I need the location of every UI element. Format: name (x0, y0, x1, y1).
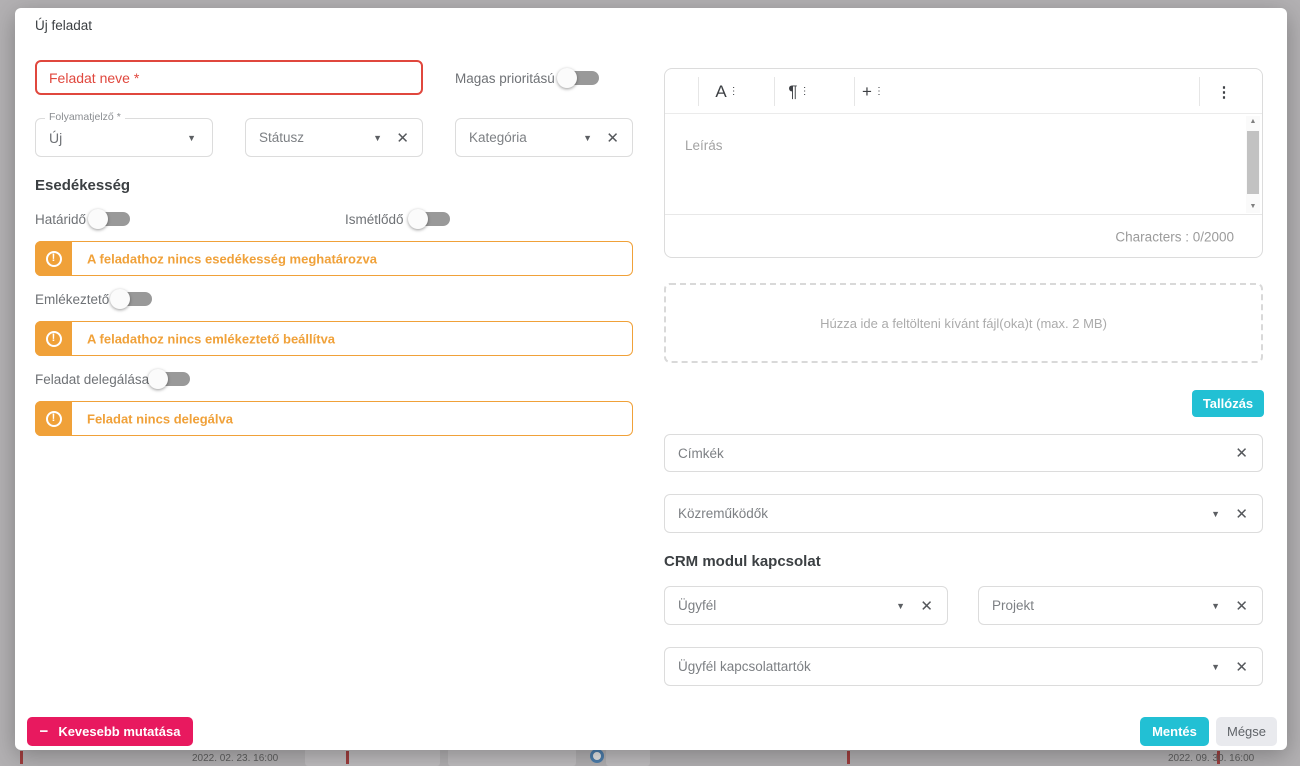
timeline-marker (20, 751, 23, 764)
clear-icon[interactable]: ✕ (920, 597, 933, 615)
toggle-knob (408, 209, 428, 229)
status-select[interactable]: ▼ ✕ (245, 118, 423, 157)
due-warning-text: A feladathoz nincs esedékesség meghatáro… (87, 251, 377, 266)
reminder-warning-banner: ! A feladathoz nincs emlékeztető beállít… (35, 321, 633, 356)
client-contacts-select[interactable]: ▼ ✕ (664, 647, 1263, 686)
category-select[interactable]: ▼ ✕ (455, 118, 633, 157)
insert-menu-button[interactable]: + ⋮ (851, 69, 895, 114)
chevron-down-icon[interactable]: ▼ (1211, 601, 1220, 611)
show-less-label: Kevesebb mutatása (58, 724, 180, 739)
delegation-toggle[interactable] (148, 369, 190, 389)
browse-button[interactable]: Tallózás (1192, 390, 1264, 417)
due-section-heading: Esedékesség (35, 177, 130, 194)
cancel-button[interactable]: Mégse (1216, 717, 1277, 746)
high-priority-label: Magas prioritású (455, 71, 555, 86)
chevron-down-icon[interactable]: ▼ (1211, 662, 1220, 672)
editor-text-area[interactable]: Leírás ▲ ▼ (665, 114, 1262, 215)
toolbar-divider (698, 77, 699, 106)
high-priority-toggle[interactable] (557, 68, 599, 88)
save-button[interactable]: Mentés (1140, 717, 1209, 746)
scroll-up-icon[interactable]: ▲ (1246, 116, 1260, 128)
progress-label: Folyamatjelző * (45, 111, 125, 123)
clear-icon[interactable]: ✕ (1235, 597, 1248, 615)
client-contacts-input[interactable] (665, 648, 1262, 685)
tags-field[interactable]: ✕ (664, 434, 1263, 472)
minus-icon: − (40, 723, 49, 740)
reminder-label: Emlékeztető (35, 292, 109, 307)
chevron-down-icon[interactable]: ▼ (187, 133, 196, 143)
background-bar (448, 748, 576, 766)
delegation-warning-banner: ! Feladat nincs delegálva (35, 401, 633, 436)
dropzone-text: Húzza ide a feltölteni kívánt fájl(oka)t… (820, 316, 1107, 331)
timeline-date: 2022. 02. 23. 16:00 (192, 753, 278, 764)
timeline-marker (847, 751, 850, 764)
due-warning-banner: ! A feladathoz nincs esedékesség meghatá… (35, 241, 633, 276)
clear-icon[interactable]: ✕ (1235, 444, 1248, 462)
delegation-label: Feladat delegálása (35, 372, 149, 387)
chevron-down-icon[interactable]: ▼ (373, 133, 382, 143)
clear-icon[interactable]: ✕ (1235, 505, 1248, 523)
scrollbar-thumb[interactable] (1247, 131, 1259, 194)
show-less-button[interactable]: − Kevesebb mutatása (27, 717, 193, 746)
character-counter: Characters : 0/2000 (1115, 230, 1234, 245)
tags-input[interactable] (665, 435, 1262, 471)
progress-select[interactable]: Folyamatjelző * Új ▼ (35, 118, 213, 157)
background-avatar-ring (590, 749, 604, 763)
reminder-toggle[interactable] (110, 289, 152, 309)
editor-scrollbar[interactable]: ▲ ▼ (1246, 116, 1260, 213)
timeline-date: 2022. 09. 30. 16:00 (1168, 753, 1254, 764)
deadline-toggle[interactable] (88, 209, 130, 229)
recurring-toggle[interactable] (408, 209, 450, 229)
contributors-input[interactable] (665, 495, 1262, 532)
chevron-down-icon[interactable]: ▼ (896, 601, 905, 611)
editor-status-bar: Characters : 0/2000 (665, 215, 1262, 259)
file-dropzone[interactable]: Húzza ide a feltölteni kívánt fájl(oka)t… (664, 283, 1263, 363)
recurring-label: Ismétlődő (345, 212, 404, 227)
deadline-label: Határidő (35, 212, 86, 227)
new-task-dialog: Új feladat Magas prioritású Folyamatjelz… (15, 8, 1287, 750)
chevron-down-icon[interactable]: ▼ (1211, 509, 1220, 519)
paragraph-menu-button[interactable]: ¶ ⋮ (777, 69, 821, 114)
warning-icon: ! (35, 401, 72, 436)
toggle-knob (88, 209, 108, 229)
task-name-input[interactable] (35, 60, 423, 95)
reminder-warning-text: A feladathoz nincs emlékeztető beállítva (87, 331, 335, 346)
background-bar (606, 748, 650, 766)
toggle-knob (148, 369, 168, 389)
toolbar-divider (1199, 77, 1200, 106)
toolbar-divider (774, 77, 775, 106)
clear-icon[interactable]: ✕ (1235, 658, 1248, 676)
dialog-title: Új feladat (35, 18, 92, 33)
client-select[interactable]: ▼ ✕ (664, 586, 948, 625)
crm-section-heading: CRM modul kapcsolat (664, 553, 821, 570)
warning-icon: ! (35, 321, 72, 356)
project-select[interactable]: ▼ ✕ (978, 586, 1263, 625)
clear-icon[interactable]: ✕ (606, 129, 619, 147)
warning-icon: ! (35, 241, 72, 276)
editor-toolbar: A ⋮ ¶ ⋮ + ⋮ ⋮ (665, 69, 1262, 114)
timeline-marker (346, 751, 349, 764)
background-bar (305, 748, 440, 766)
chevron-down-icon[interactable]: ▼ (583, 133, 592, 143)
clear-icon[interactable]: ✕ (396, 129, 409, 147)
scroll-down-icon[interactable]: ▼ (1246, 201, 1260, 213)
contributors-select[interactable]: ▼ ✕ (664, 494, 1263, 533)
progress-value: Új (49, 130, 62, 146)
toggle-knob (110, 289, 130, 309)
more-options-icon[interactable]: ⋮ (1211, 69, 1237, 114)
editor-placeholder: Leírás (685, 138, 723, 153)
toggle-knob (557, 68, 577, 88)
delegation-warning-text: Feladat nincs delegálva (87, 411, 233, 426)
font-menu-button[interactable]: A ⋮ (705, 69, 749, 114)
description-editor: A ⋮ ¶ ⋮ + ⋮ ⋮ Leírás ▲ ▼ Ch (664, 68, 1263, 258)
